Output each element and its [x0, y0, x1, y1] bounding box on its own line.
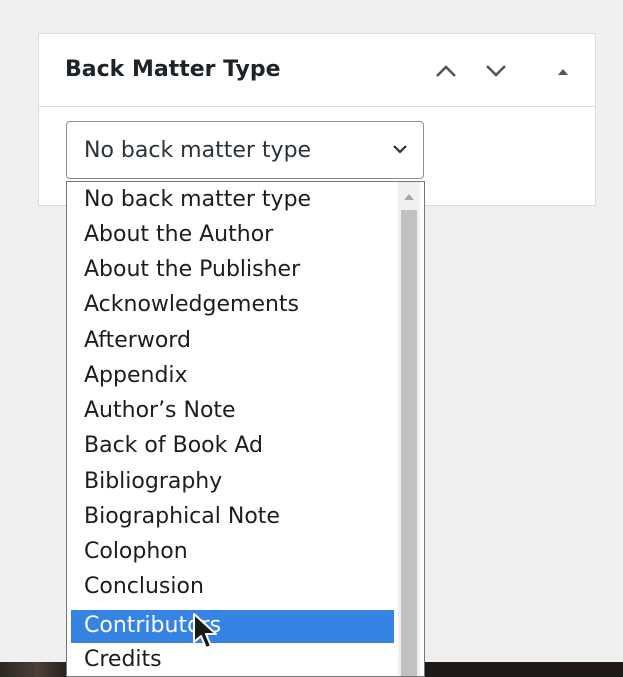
option-authors-note[interactable]: Author’s Note: [71, 395, 394, 428]
chevron-up-icon: [436, 65, 456, 77]
dropdown-scrollbar[interactable]: [398, 182, 420, 676]
move-up-button[interactable]: [431, 56, 461, 86]
back-matter-type-select[interactable]: No back matter type: [66, 121, 424, 179]
option-conclusion[interactable]: Conclusion: [71, 571, 394, 604]
select-current-value: No back matter type: [84, 138, 312, 163]
triangle-up-icon: [558, 69, 568, 75]
option-afterword[interactable]: Afterword: [71, 325, 394, 358]
option-credits[interactable]: Credits: [71, 644, 394, 676]
option-about-the-author[interactable]: About the Author: [71, 219, 394, 252]
move-down-button[interactable]: [481, 56, 511, 86]
option-biographical-note[interactable]: Biographical Note: [71, 501, 394, 534]
chevron-down-icon: [486, 65, 506, 77]
option-appendix[interactable]: Appendix: [71, 360, 394, 393]
metabox-header: Back Matter Type: [39, 34, 595, 107]
scrollbar-thumb[interactable]: [401, 210, 417, 676]
toggle-panel-button[interactable]: [548, 56, 578, 86]
chevron-down-icon: [393, 145, 407, 154]
option-contributors[interactable]: Contributors: [71, 610, 394, 643]
option-colophon[interactable]: Colophon: [71, 536, 394, 569]
option-bibliography[interactable]: Bibliography: [71, 466, 394, 499]
option-about-the-publisher[interactable]: About the Publisher: [71, 254, 394, 287]
metabox-title: Back Matter Type: [65, 57, 281, 82]
scroll-up-arrow-icon[interactable]: [403, 192, 415, 201]
option-acknowledgements[interactable]: Acknowledgements: [71, 289, 394, 322]
select-options-list[interactable]: No back matter type About the Author Abo…: [66, 181, 425, 677]
option-back-of-book-ad[interactable]: Back of Book Ad: [71, 430, 394, 463]
option-no-back-matter-type[interactable]: No back matter type: [71, 184, 394, 217]
